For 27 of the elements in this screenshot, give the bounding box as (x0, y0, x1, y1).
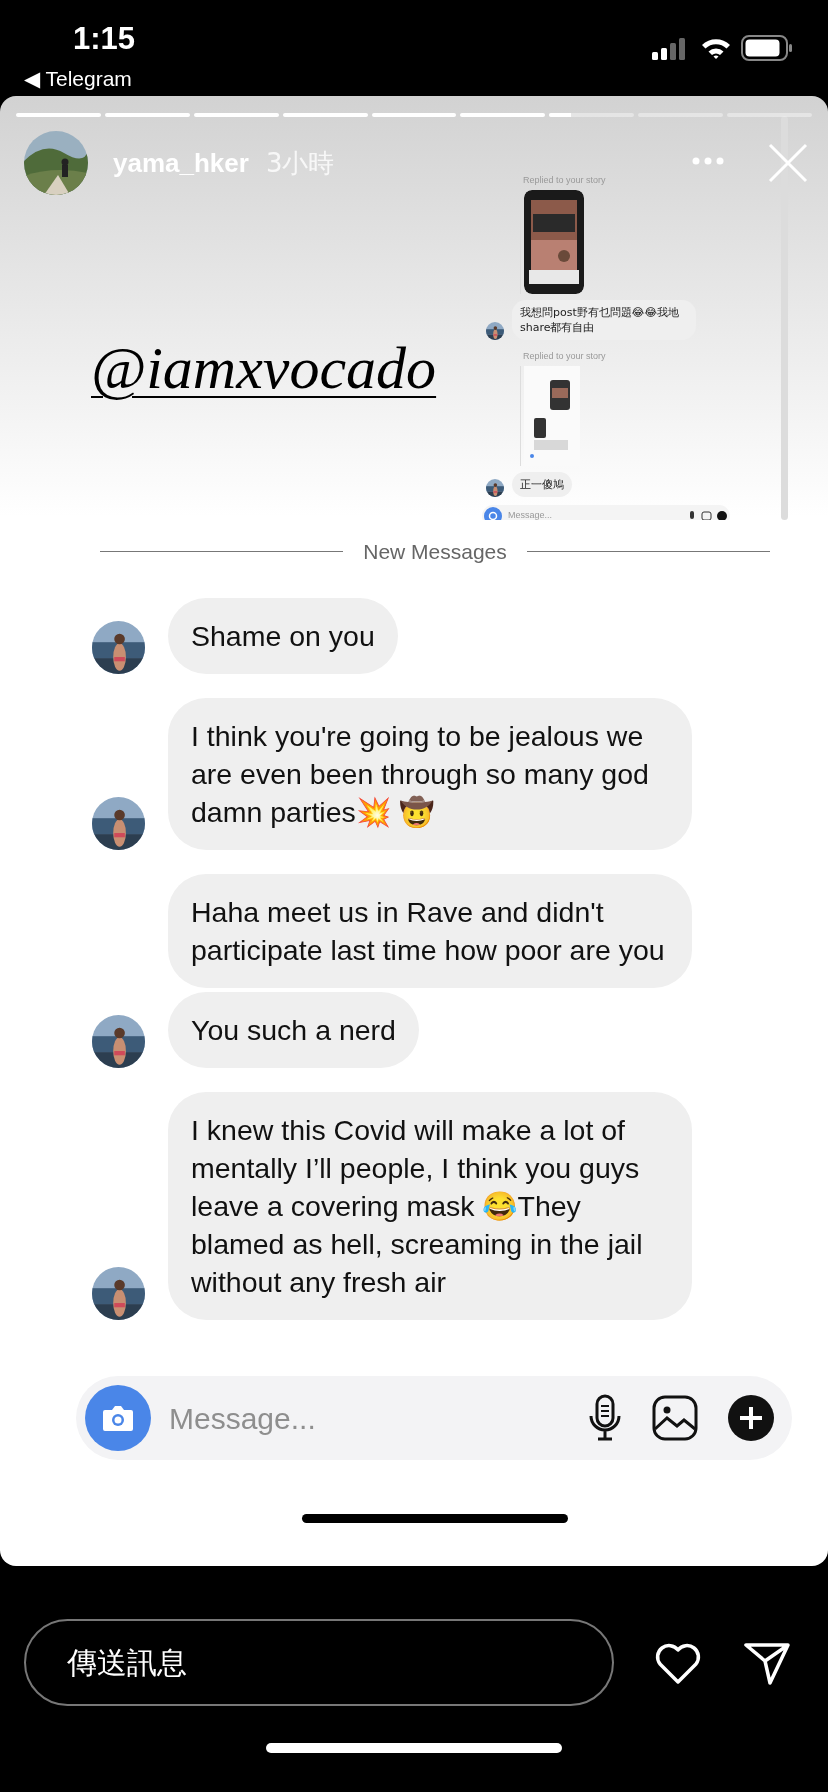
reply-field[interactable]: 傳送訊息 (24, 1619, 614, 1706)
message-bubble: 正一傻鳩 (512, 472, 572, 497)
input-placeholder: Message... (169, 1400, 317, 1437)
battery-icon (741, 35, 793, 61)
back-link[interactable]: ◀ Telegram (24, 63, 132, 95)
signal-icon (652, 38, 688, 60)
toolbar-icons (688, 510, 728, 520)
wifi-icon (700, 36, 732, 60)
message-bubble: Shame on you (168, 598, 398, 674)
gallery-icon[interactable] (652, 1395, 698, 1441)
mention-sticker[interactable]: @iamxvocado (91, 332, 437, 404)
status-time: 1:15 (73, 20, 136, 58)
input-placeholder: Message... (508, 509, 554, 520)
microphone-icon[interactable] (588, 1394, 622, 1442)
add-icon[interactable] (728, 1395, 774, 1441)
message-bubble: You such a nerd (168, 992, 419, 1068)
message-bubble: I think you're going to be jealous we are even been through so many god damn parties💥 🤠 (168, 698, 692, 850)
camera-icon[interactable] (85, 1385, 151, 1451)
message-bubble: 我想問post野有乜問題😂😂我地share都有自由 (512, 300, 696, 340)
message-bubble: I knew this Covid will make a lot of mentally I’ll people, I think you guys leave a covering mask 😂They blamed as hell, screaming in the jail without any fresh air (168, 1092, 692, 1320)
input-placeholder: 傳送訊息 (67, 1644, 187, 1682)
send-icon[interactable] (744, 1642, 790, 1686)
heart-icon[interactable] (654, 1642, 702, 1686)
reply-label: Replied to your story (523, 174, 607, 186)
reply-label: Replied to your story (523, 350, 607, 362)
divider-label: New Messages (363, 539, 507, 565)
message-bubble: Haha meet us in Rave and didn't participate last time how poor are you (168, 874, 692, 988)
